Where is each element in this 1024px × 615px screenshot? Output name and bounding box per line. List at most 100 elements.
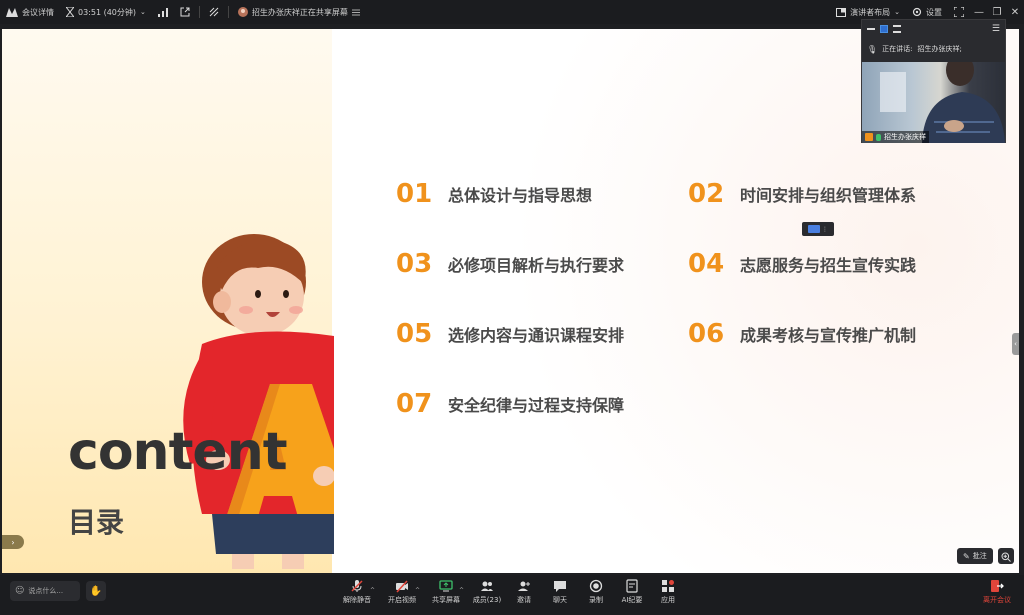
annotate-button[interactable]: ✎ 批注	[957, 548, 993, 564]
left-panel-handle[interactable]: ›	[2, 535, 24, 549]
toc-number: 01	[396, 179, 433, 209]
camera-off-icon	[396, 580, 408, 593]
toc-number: 06	[688, 319, 725, 349]
presenter-mini-toolbar[interactable]: ⋮	[802, 222, 834, 236]
participant-video[interactable]: 招生办张庆祥	[862, 62, 1005, 143]
apps-icon	[662, 580, 674, 592]
hand-icon: ✋	[89, 585, 103, 597]
toc-number: 02	[688, 179, 725, 209]
divider	[198, 6, 200, 18]
sharing-status[interactable]: 招生办张庆祥正在共享屏幕	[232, 0, 366, 24]
toc-label: 选修内容与通识课程安排	[448, 326, 625, 345]
child-illustration	[183, 234, 334, 569]
invite-button[interactable]: 邀请	[504, 579, 544, 605]
chevron-up-icon[interactable]: ^	[370, 587, 375, 594]
minimize-video-button[interactable]	[867, 28, 875, 30]
share-screen-icon	[439, 580, 453, 592]
zoom-button[interactable]	[998, 548, 1014, 564]
control-label: 成员(23)	[472, 596, 502, 604]
quick-chat-input[interactable]: ☺ 说点什么...	[10, 581, 80, 601]
external-link-icon	[180, 7, 190, 17]
record-button[interactable]: 录制	[576, 579, 616, 605]
unmute-button[interactable]: ^ 解除静音	[337, 579, 377, 605]
meeting-window: 会议详情 03:51 (40分钟) ⌄ 招生办张庆祥正在共享屏幕 演讲者布局 ⌄…	[0, 0, 1024, 615]
ai-notes-button[interactable]: AI纪要	[612, 579, 652, 605]
toc-label: 时间安排与组织管理体系	[740, 186, 917, 205]
toc-item-01: 01 总体设计与指导思想	[396, 179, 592, 209]
signal-button[interactable]	[152, 0, 174, 24]
share-screen-button[interactable]: ^ 共享屏幕	[426, 579, 466, 605]
participant-name-tag: 招生办张庆祥	[862, 131, 929, 143]
mic-muted-icon: 🎙	[867, 44, 878, 54]
control-label: AI纪要	[621, 596, 643, 604]
close-icon: ✕	[1010, 6, 1020, 18]
members-button[interactable]: 成员(23)	[467, 579, 507, 605]
zoom-in-icon	[1001, 547, 1011, 566]
chat-placeholder: 说点什么...	[28, 587, 64, 595]
menu-lines-icon	[351, 9, 360, 16]
invite-icon	[518, 581, 530, 591]
speaking-indicator: 🎙 正在讲话: 招生办张庆祥;	[862, 38, 1005, 60]
sharing-status-label: 招生办张庆祥正在共享屏幕	[251, 7, 348, 17]
control-label: 应用	[661, 596, 675, 604]
raise-hand-button[interactable]: ✋	[86, 581, 106, 601]
popout-button[interactable]	[174, 0, 196, 24]
slide-title: content	[68, 422, 288, 482]
meeting-details-button[interactable]: 会议详情	[0, 0, 60, 24]
side-panel-handle[interactable]: ‹	[1012, 333, 1019, 355]
meeting-details-label: 会议详情	[22, 7, 54, 17]
timer-label: 03:51 (40分钟)	[78, 7, 137, 17]
restore-icon: ❐	[992, 6, 1002, 18]
toc-item-04: 04 志愿服务与招生宣传实践	[688, 249, 916, 279]
chevron-right-icon: ›	[11, 537, 15, 547]
apps-button[interactable]: 应用	[648, 579, 688, 605]
chevron-left-icon: ‹	[1014, 340, 1017, 348]
control-label: 邀请	[517, 596, 531, 604]
control-label: 解除静音	[343, 596, 371, 604]
toc-label: 志愿服务与招生宣传实践	[740, 256, 917, 275]
meeting-timer[interactable]: 03:51 (40分钟) ⌄	[60, 0, 152, 24]
list-view-button[interactable]	[893, 25, 901, 33]
members-icon	[481, 581, 493, 591]
speaking-label: 正在讲话:	[882, 45, 913, 53]
slide-subtitle: 目录	[68, 506, 125, 539]
chevron-up-icon[interactable]: ^	[415, 587, 420, 594]
minimize-icon: —	[974, 6, 984, 18]
fullscreen-icon	[954, 7, 964, 17]
toc-item-02: 02 时间安排与组织管理体系	[688, 179, 916, 209]
mic-muted-icon	[351, 580, 363, 592]
chevron-down-icon: ⌄	[894, 8, 900, 16]
bottom-toolbar: ☺ 说点什么... ✋ ^ 解除静音 ^ 开启视频 ^ 共享屏幕 成员(23) …	[0, 575, 1024, 615]
sharer-avatar-icon	[237, 7, 248, 17]
settings-label: 设置	[926, 7, 942, 17]
video-panel-toolbar: ☰	[862, 20, 1005, 38]
signal-icon	[157, 7, 168, 17]
close-button[interactable]: ✕	[1006, 0, 1024, 24]
leave-meeting-button[interactable]: 离开会议	[974, 579, 1020, 605]
network-button[interactable]	[203, 0, 225, 24]
gear-icon	[912, 7, 922, 17]
toc-item-07: 07 安全纪律与过程支持保障	[396, 389, 624, 419]
mic-icon	[876, 133, 881, 141]
start-video-button[interactable]: ^ 开启视频	[382, 579, 422, 605]
pen-icon: ✎	[963, 551, 970, 561]
speaking-name: 招生办张庆祥;	[917, 45, 962, 53]
control-label: 开启视频	[388, 596, 416, 604]
chevron-up-icon[interactable]: ^	[459, 587, 464, 594]
control-label: 共享屏幕	[432, 596, 460, 604]
toc-label: 成果考核与宣传推广机制	[740, 326, 917, 345]
leave-label: 离开会议	[983, 596, 1011, 604]
annotate-label: 批注	[972, 552, 987, 560]
participant-name: 招生办张庆祥	[884, 133, 926, 141]
toc-label: 必修项目解析与执行要求	[448, 256, 625, 275]
video-settings-icon[interactable]: ☰	[992, 24, 1000, 34]
app-logo-icon	[6, 7, 18, 17]
toc-number: 05	[396, 319, 433, 349]
toc-item-03: 03 必修项目解析与执行要求	[396, 249, 624, 279]
single-view-button[interactable]	[880, 25, 888, 33]
host-badge-icon	[865, 133, 873, 141]
record-icon	[589, 579, 603, 593]
toc-item-05: 05 选修内容与通识课程安排	[396, 319, 624, 349]
chat-button[interactable]: 聊天	[540, 579, 580, 605]
toc-label: 总体设计与指导思想	[448, 186, 593, 205]
